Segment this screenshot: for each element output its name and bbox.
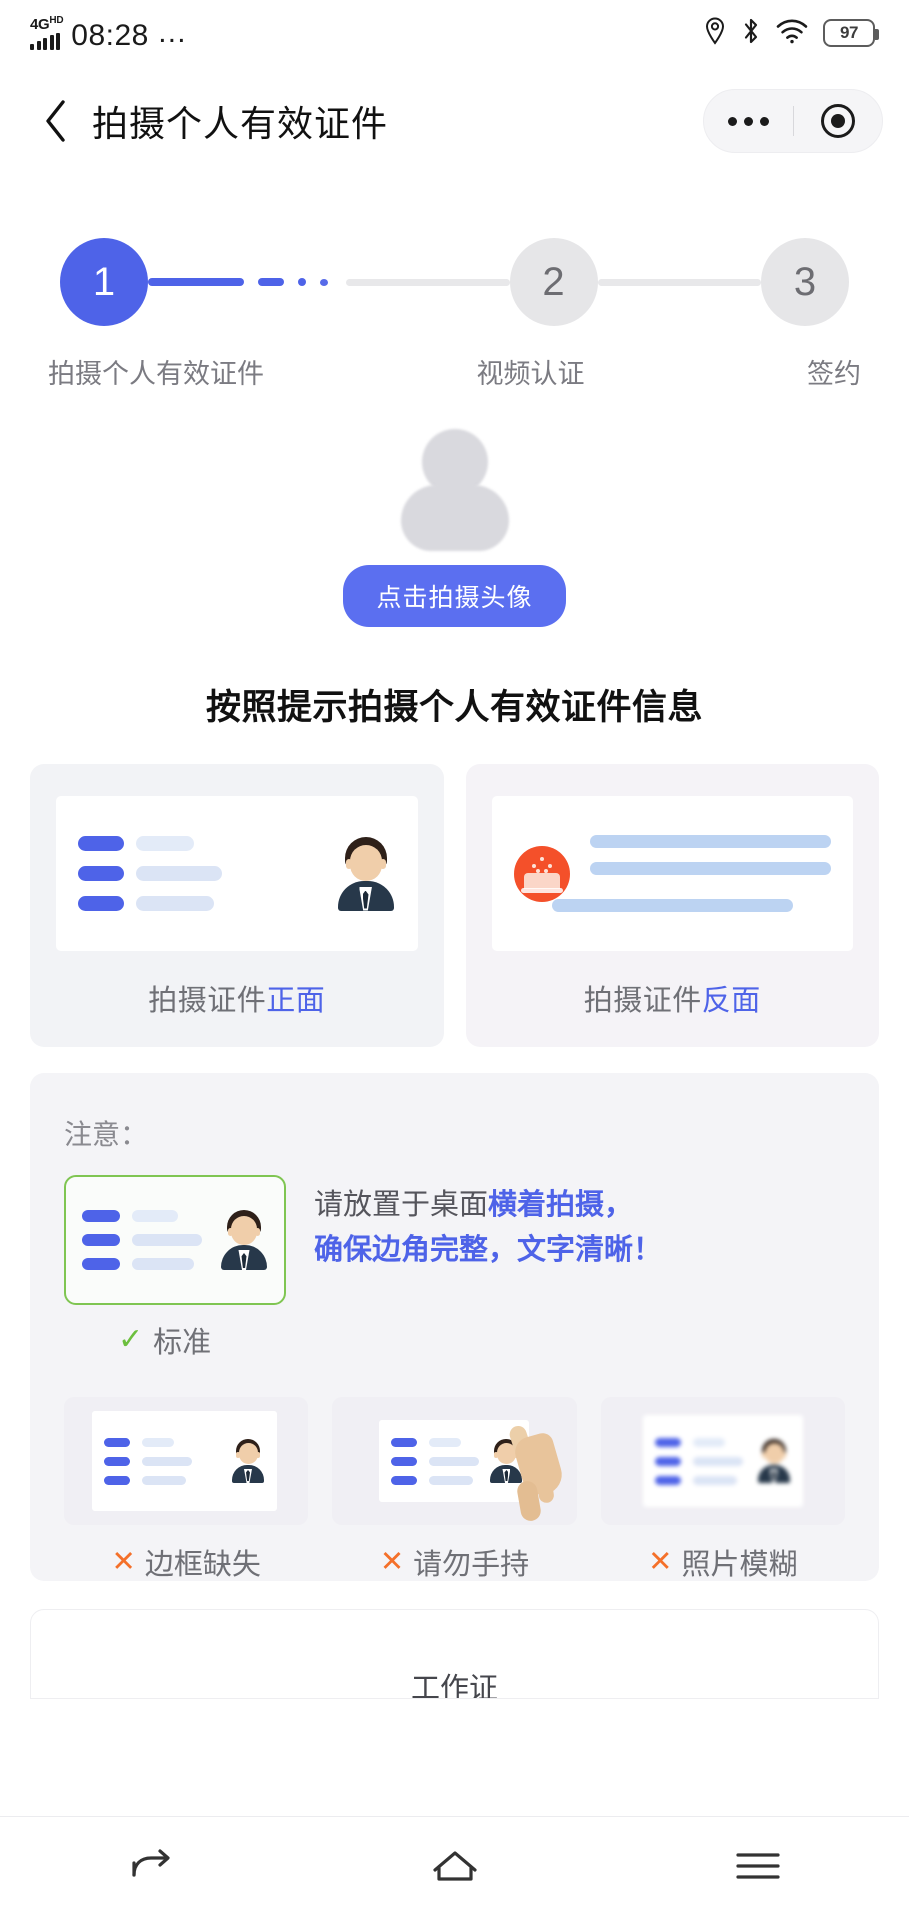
notice-title: 注意： [64,1119,149,1150]
id-back-caption-highlight: 反面 [701,985,761,1017]
cross-icon: ✕ [648,1545,673,1578]
standard-example-row: ✓ 标准 请放置于桌面横着拍摄， 确保边角完整，文字清晰！ [64,1175,845,1361]
bad-label-missing-border: 边框缺失 [144,1549,261,1581]
stepper-labels-row: 拍摄个人有效证件 视频认证 签约 [0,326,909,391]
signal-indicator: 4GHD [30,15,64,50]
step-label-2: 视频认证 [476,359,585,389]
progress-stepper: 1 2 3 拍摄个人有效证件 视频认证 签约 [0,176,909,391]
chevron-left-icon [43,99,69,143]
back-arrow-icon [126,1844,178,1893]
bad-example-no-hands: ✕ 请勿手持 [332,1397,577,1583]
battery-percent-text: 97 [839,23,859,42]
capture-id-back-card[interactable]: 拍摄证件反面 [465,764,879,1047]
standard-caption: ✓ 标准 [118,1319,286,1361]
id-front-caption-prefix: 拍摄证件 [148,985,267,1017]
id-card-front-icon [56,796,418,951]
next-section-title: 工作证 [410,1673,498,1699]
cropped-card-icon [64,1397,309,1525]
instruction-line2: 确保边角完整，文字清晰！ [314,1233,663,1266]
next-section-card[interactable]: 工作证 [30,1609,879,1699]
step-circle-3: 3 [761,238,849,326]
id-front-caption: 拍摄证件正面 [148,951,325,1047]
status-clock: 08:28 [71,19,149,52]
check-icon: ✓ [118,1323,144,1356]
notice-instruction: 请放置于桌面横着拍摄， 确保边角完整，文字清晰！ [314,1175,662,1273]
bad-example-missing-border: ✕ 边框缺失 [64,1397,309,1583]
bad-caption-missing-border: ✕ 边框缺失 [112,1541,261,1583]
step-circle-2: 2 [509,238,598,326]
page-content: 1 2 3 拍摄个人有效证件 视频认证 签约 点击拍摄头像 按照提示拍摄个人有效… [0,176,909,1816]
cross-icon: ✕ [111,1545,136,1578]
home-icon [427,1844,483,1893]
status-bar: 4GHD 08:28 … 97 [0,0,909,66]
network-type-label: 4GHD [30,15,64,33]
notice-panel: 注意： ✓ 标准 请放置于桌面横着拍摄， 确保边角完整，文字清晰！ ✕ 边框缺失… [30,1073,879,1581]
hand-holding-card-icon [332,1397,577,1525]
nav-home-button[interactable] [400,1834,510,1904]
bad-example-blurry: ✕ 照片模糊 [600,1397,845,1583]
step-circle-1: 1 [60,238,148,326]
signal-bars-icon [30,33,60,50]
capture-id-front-card[interactable]: 拍摄证件正面 [30,764,444,1047]
bad-label-blurry: 照片模糊 [681,1549,798,1581]
bad-examples-row: ✕ 边框缺失 ✕ 请勿手持 ✕ 照片模糊 [64,1397,845,1583]
id-front-caption-highlight: 正面 [266,985,326,1017]
bad-caption-no-hands: ✕ 请勿手持 [380,1541,529,1583]
instruction-line1-highlight: 横着拍摄， [488,1189,634,1221]
wifi-icon [776,17,808,50]
bad-caption-blurry: ✕ 照片模糊 [648,1541,797,1583]
recents-menu-icon [732,1846,784,1891]
avatar-section: 点击拍摄头像 [0,429,909,627]
miniprogram-capsule [703,89,883,153]
bluetooth-icon [741,17,761,50]
standard-example-icon [64,1175,286,1305]
page-title: 拍摄个人有效证件 [92,103,389,144]
nav-back-button[interactable] [97,1834,207,1904]
app-header: 拍摄个人有效证件 [0,66,909,176]
capture-avatar-button[interactable]: 点击拍摄头像 [343,565,566,627]
stepper-connector-1 [148,278,510,286]
hand-icon [497,1417,567,1523]
id-card-back-emblem-icon [491,796,853,951]
close-miniprogram-button[interactable] [794,90,883,152]
stepper-connector-2 [597,278,761,286]
more-menu-button[interactable] [704,90,793,152]
person-placeholder-icon[interactable] [390,429,520,559]
target-circle-icon [820,104,855,138]
id-capture-row: 拍摄证件正面 拍摄证件反面 [0,730,909,1047]
status-bar-left: 4GHD 08:28 … [30,15,188,52]
stepper-circles-row: 1 2 3 [0,238,909,326]
step-label-1: 拍摄个人有效证件 [48,359,264,389]
instruction-line1-plain: 请放置于桌面 [314,1189,489,1221]
status-bar-right: 97 [704,16,879,50]
battery-icon: 97 [823,19,879,47]
id-back-caption: 拍摄证件反面 [584,951,761,1047]
phone-screen: 4GHD 08:28 … 97 拍摄个人有效证件 1 2 3 拍摄个人有效证件 … [0,0,909,1920]
national-emblem-icon [513,845,570,902]
network-suffix-text: HD [49,15,64,26]
step-label-3: 签约 [807,359,861,389]
back-button[interactable] [30,95,82,147]
more-dots-icon [727,116,769,126]
status-overflow-dots: … [156,16,188,49]
bad-label-no-hands: 请勿手持 [413,1549,530,1581]
network-type-text: 4G [30,16,50,33]
blurry-card-icon [600,1397,845,1525]
cross-icon: ✕ [379,1545,405,1578]
standard-caption-text: 标准 [153,1327,212,1359]
id-back-caption-prefix: 拍摄证件 [583,985,702,1017]
section-heading: 按照提示拍摄个人有效证件信息 [205,688,703,727]
android-nav-bar [0,1816,909,1920]
location-icon [704,16,726,50]
nav-recents-button[interactable] [703,1834,813,1904]
